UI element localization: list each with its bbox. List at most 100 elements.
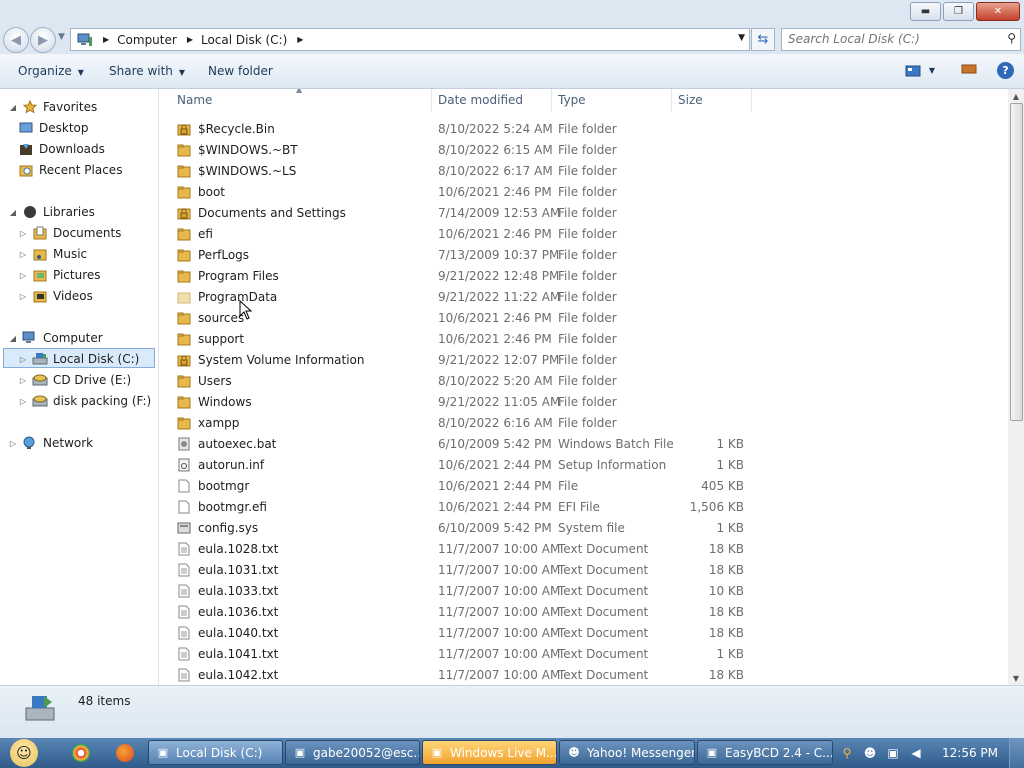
- firefox-icon[interactable]: [116, 744, 134, 762]
- file-row[interactable]: eula.1031.txt 11/7/2007 10:00 AM Text Docu…: [159, 560, 1008, 581]
- forward-button[interactable]: ▶: [30, 27, 56, 53]
- file-row[interactable]: Users 8/10/2022 5:20 AM File folder: [159, 371, 1008, 392]
- expand-arrow-icon[interactable]: ▷: [18, 229, 28, 238]
- search-box[interactable]: ⚲: [781, 28, 1021, 51]
- column-header-name[interactable]: Name: [177, 93, 212, 107]
- file-row[interactable]: boot 10/6/2021 2:46 PM File folder: [159, 182, 1008, 203]
- breadcrumb-computer[interactable]: Computer: [117, 33, 177, 47]
- expand-arrow-icon[interactable]: ▷: [18, 355, 28, 364]
- share-with-button[interactable]: Share with ▼: [109, 64, 185, 78]
- column-header-size[interactable]: Size: [678, 93, 703, 107]
- search-input[interactable]: [788, 31, 998, 47]
- nav-recent-places[interactable]: Recent Places: [18, 160, 122, 180]
- back-button[interactable]: ◀: [3, 27, 29, 53]
- nav-libraries[interactable]: ◢ Libraries: [8, 202, 95, 222]
- file-row[interactable]: efi 10/6/2021 2:46 PM File folder: [159, 224, 1008, 245]
- file-row[interactable]: $WINDOWS.~LS 8/10/2022 6:17 AM File folder: [159, 161, 1008, 182]
- nav-documents[interactable]: ▷ Documents: [18, 223, 122, 243]
- nav-local-disk[interactable]: ▷ Local Disk (C:): [18, 349, 139, 369]
- expand-arrow-icon[interactable]: ▷: [18, 292, 28, 301]
- file-row[interactable]: System Volume Information 9/21/2022 12:07…: [159, 350, 1008, 371]
- file-row[interactable]: sources 10/6/2021 2:46 PM File folder: [159, 308, 1008, 329]
- file-row[interactable]: Windows 9/21/2022 11:05 AM File folder: [159, 392, 1008, 413]
- file-row[interactable]: autorun.inf 10/6/2021 2:44 PM Setup Inform…: [159, 455, 1008, 476]
- file-row[interactable]: bootmgr.efi 10/6/2021 2:44 PM EFI File 1,50…: [159, 497, 1008, 518]
- file-row[interactable]: eula.1028.txt 11/7/2007 10:00 AM Text Docu…: [159, 539, 1008, 560]
- file-row[interactable]: bootmgr 10/6/2021 2:44 PM File 405 KB: [159, 476, 1008, 497]
- file-row[interactable]: Documents and Settings 7/14/2009 12:53 AM…: [159, 203, 1008, 224]
- nav-network[interactable]: ▷ Network: [8, 433, 93, 453]
- file-row[interactable]: $WINDOWS.~BT 8/10/2022 6:15 AM File folder: [159, 140, 1008, 161]
- nav-cd-drive[interactable]: ▷ CD Drive (E:): [18, 370, 131, 390]
- nav-computer[interactable]: ◢ Computer: [8, 328, 103, 348]
- clock[interactable]: 12:56 PM: [942, 746, 998, 760]
- file-row[interactable]: $Recycle.Bin 8/10/2022 5:24 AM File folder: [159, 119, 1008, 140]
- collapse-arrow-icon[interactable]: ◢: [8, 334, 18, 343]
- nav-disk-packing[interactable]: ▷ disk packing (F:): [18, 391, 151, 411]
- chrome-icon[interactable]: [72, 744, 90, 762]
- refresh-button[interactable]: ⇆: [751, 28, 775, 51]
- file-row[interactable]: ProgramData 9/21/2022 11:22 AM File folder: [159, 287, 1008, 308]
- column-divider[interactable]: [551, 89, 552, 111]
- taskbar-button[interactable]: ☻ Yahoo! Messenger: [559, 740, 695, 765]
- file-row[interactable]: PerfLogs 7/13/2009 10:37 PM File folder: [159, 245, 1008, 266]
- collapse-arrow-icon[interactable]: ◢: [8, 103, 18, 112]
- messenger-tray-icon[interactable]: ☻: [861, 744, 879, 762]
- nav-favorites[interactable]: ◢ Favorites: [8, 97, 97, 117]
- breadcrumb-separator-icon[interactable]: ▶: [103, 35, 109, 44]
- vertical-scrollbar[interactable]: ▲ ▼: [1008, 89, 1024, 685]
- breadcrumb-local-disk[interactable]: Local Disk (C:): [201, 33, 287, 47]
- network-tray-icon[interactable]: ▣: [884, 744, 902, 762]
- start-button[interactable]: ☺: [4, 738, 44, 768]
- volume-icon[interactable]: ◀: [907, 744, 925, 762]
- expand-arrow-icon[interactable]: ▷: [8, 439, 18, 448]
- file-row[interactable]: eula.1042.txt 11/7/2007 10:00 AM Text Docu…: [159, 665, 1008, 685]
- new-folder-button[interactable]: New folder: [208, 64, 273, 78]
- scroll-up-icon[interactable]: ▲: [1008, 89, 1024, 103]
- change-view-button[interactable]: ▼: [905, 65, 935, 77]
- search-icon[interactable]: ⚲: [1007, 31, 1016, 45]
- file-row[interactable]: autoexec.bat 6/10/2009 5:42 PM Windows Bat…: [159, 434, 1008, 455]
- breadcrumb-separator-icon[interactable]: ▶: [297, 35, 303, 44]
- taskbar-button[interactable]: ▣ EasyBCD 2.4 - C...: [697, 740, 833, 765]
- expand-arrow-icon[interactable]: ▷: [18, 271, 28, 280]
- file-row[interactable]: eula.1041.txt 11/7/2007 10:00 AM Text Docu…: [159, 644, 1008, 665]
- organize-button[interactable]: Organize ▼: [18, 64, 84, 78]
- address-bar[interactable]: ▶ Computer ▶ Local Disk (C:) ▶ ▼: [70, 28, 750, 51]
- nav-pictures[interactable]: ▷ Pictures: [18, 265, 101, 285]
- taskbar-button[interactable]: ▣ Windows Live M...: [422, 740, 557, 765]
- recent-pages-dropdown[interactable]: ▼: [58, 32, 65, 42]
- file-row[interactable]: xampp 8/10/2022 6:16 AM File folder: [159, 413, 1008, 434]
- scroll-down-icon[interactable]: ▼: [1008, 671, 1024, 685]
- expand-arrow-icon[interactable]: ▷: [18, 250, 28, 259]
- preview-pane-button[interactable]: [961, 63, 977, 78]
- address-dropdown-icon[interactable]: ▼: [738, 33, 745, 43]
- column-divider[interactable]: [751, 89, 752, 111]
- close-button[interactable]: ✕: [976, 2, 1020, 21]
- scroll-thumb[interactable]: [1010, 103, 1023, 421]
- expand-arrow-icon[interactable]: ▷: [18, 397, 28, 406]
- column-header-date[interactable]: Date modified: [438, 93, 523, 107]
- search-tray-icon[interactable]: ⚲: [838, 744, 856, 762]
- show-desktop-button[interactable]: [1009, 738, 1024, 768]
- taskbar-button[interactable]: ▣ Local Disk (C:): [148, 740, 283, 765]
- file-row[interactable]: Program Files 9/21/2022 12:48 PM File fold…: [159, 266, 1008, 287]
- minimize-button[interactable]: ▬: [910, 2, 941, 21]
- file-row[interactable]: support 10/6/2021 2:46 PM File folder: [159, 329, 1008, 350]
- collapse-arrow-icon[interactable]: ◢: [8, 208, 18, 217]
- expand-arrow-icon[interactable]: ▷: [18, 376, 28, 385]
- file-row[interactable]: config.sys 6/10/2009 5:42 PM System file 1 …: [159, 518, 1008, 539]
- nav-videos[interactable]: ▷ Videos: [18, 286, 93, 306]
- breadcrumb-separator-icon[interactable]: ▶: [187, 35, 193, 44]
- column-header-type[interactable]: Type: [558, 93, 586, 107]
- nav-downloads[interactable]: Downloads: [18, 139, 105, 159]
- nav-music[interactable]: ▷ Music: [18, 244, 87, 264]
- column-divider[interactable]: [671, 89, 672, 111]
- column-divider[interactable]: [431, 89, 432, 111]
- taskbar-button[interactable]: ▣ gabe20052@esc...: [285, 740, 420, 765]
- file-row[interactable]: eula.1033.txt 11/7/2007 10:00 AM Text Docu…: [159, 581, 1008, 602]
- file-row[interactable]: eula.1036.txt 11/7/2007 10:00 AM Text Docu…: [159, 602, 1008, 623]
- maximize-button[interactable]: ❐: [943, 2, 974, 21]
- file-row[interactable]: eula.1040.txt 11/7/2007 10:00 AM Text Docu…: [159, 623, 1008, 644]
- nav-desktop[interactable]: Desktop: [18, 118, 89, 138]
